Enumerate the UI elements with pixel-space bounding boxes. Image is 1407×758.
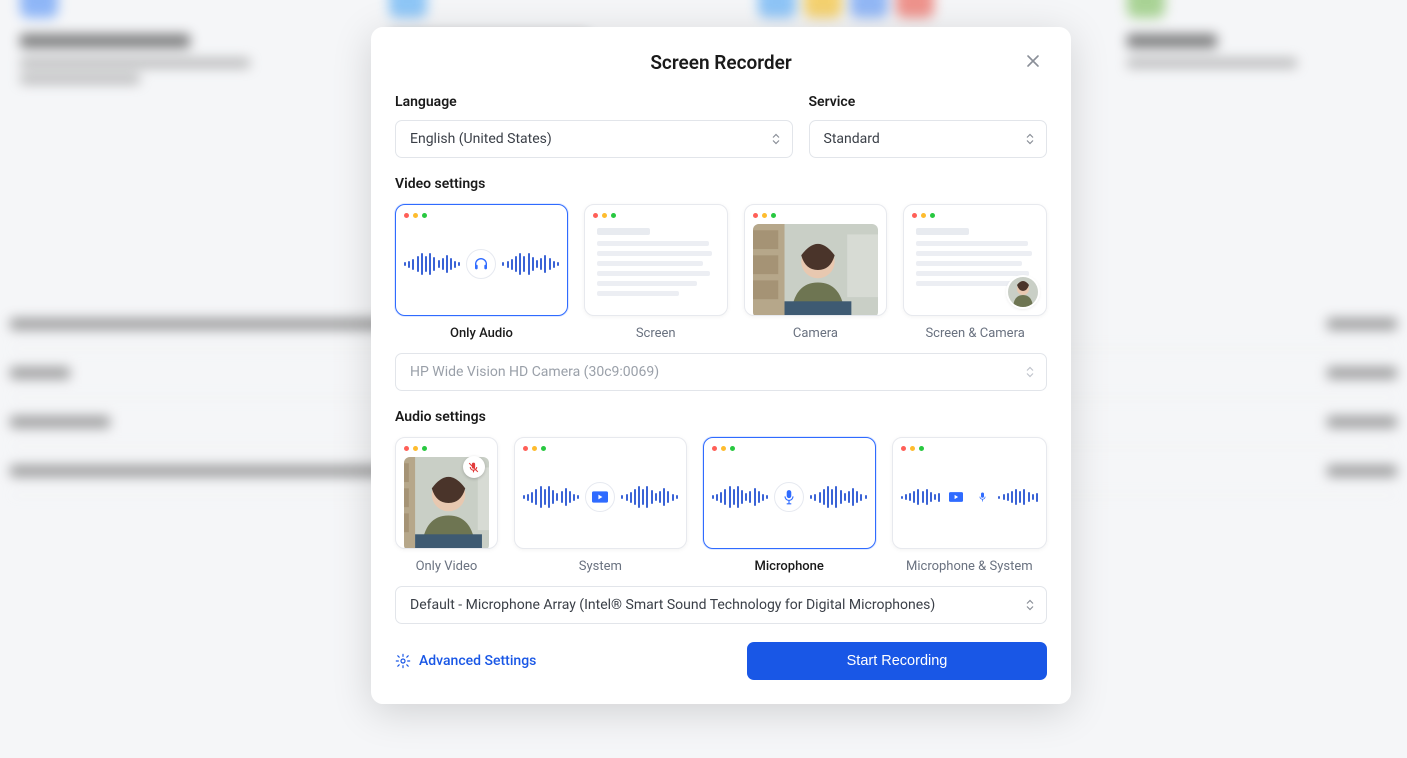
audio-option-microphone[interactable]: Microphone [703,437,876,574]
option-label: Camera [793,326,838,341]
start-recording-button[interactable]: Start Recording [747,642,1047,680]
headphones-icon [466,249,496,279]
service-select[interactable]: Standard [809,120,1048,158]
audio-option-microphone-system[interactable]: Microphone & System [892,437,1047,574]
waveform-icon [523,486,579,508]
modal-title: Screen Recorder [395,51,1047,74]
camera-device-select[interactable]: HP Wide Vision HD Camera (30c9:0069) [395,353,1047,391]
option-label: System [579,559,622,574]
service-value: Standard [824,131,880,147]
language-value: English (United States) [410,131,552,147]
camera-preview-thumb [753,224,879,316]
advanced-settings-label: Advanced Settings [419,653,536,669]
audio-settings-label: Audio settings [395,409,1047,425]
close-button[interactable] [1019,47,1047,75]
language-select[interactable]: English (United States) [395,120,793,158]
chevron-updown-icon [1026,600,1034,611]
chevron-updown-icon [1026,367,1034,378]
video-option-screen[interactable]: Screen [584,204,728,341]
microphone-icon [774,482,804,512]
screen-recorder-modal: Screen Recorder Language English (United… [371,27,1071,704]
option-label: Only Audio [450,326,513,341]
option-label: Microphone & System [906,559,1033,574]
microphone-icon [972,487,992,507]
language-label: Language [395,94,793,110]
waveform-icon [404,253,460,275]
camera-device-value: HP Wide Vision HD Camera (30c9:0069) [410,364,659,380]
waveform-icon [621,486,677,508]
option-label: Screen & Camera [925,326,1024,341]
waveform-icon [901,489,941,506]
chevron-updown-icon [1026,134,1034,145]
mic-muted-icon [463,456,485,478]
option-label: Microphone [754,559,823,574]
camera-pip-thumb [1008,277,1038,307]
video-option-camera[interactable]: Camera [744,204,888,341]
video-option-screen-camera[interactable]: Screen & Camera [903,204,1047,341]
screen-play-icon [946,487,966,507]
waveform-icon [712,486,768,508]
close-icon [1026,54,1040,68]
gear-icon [395,653,411,669]
option-label: Screen [636,326,676,341]
audio-option-system[interactable]: System [514,437,687,574]
chevron-updown-icon [772,134,780,145]
screen-play-icon [585,482,615,512]
waveform-icon [810,486,866,508]
audio-option-only-video[interactable]: Only Video [395,437,498,574]
microphone-device-value: Default - Microphone Array (Intel® Smart… [410,597,935,613]
service-label: Service [809,94,1048,110]
advanced-settings-link[interactable]: Advanced Settings [395,653,536,669]
waveform-icon [998,489,1038,506]
waveform-icon [502,253,558,275]
microphone-device-select[interactable]: Default - Microphone Array (Intel® Smart… [395,586,1047,624]
video-settings-label: Video settings [395,176,1047,192]
video-option-only-audio[interactable]: Only Audio [395,204,568,341]
option-label: Only Video [416,559,478,574]
